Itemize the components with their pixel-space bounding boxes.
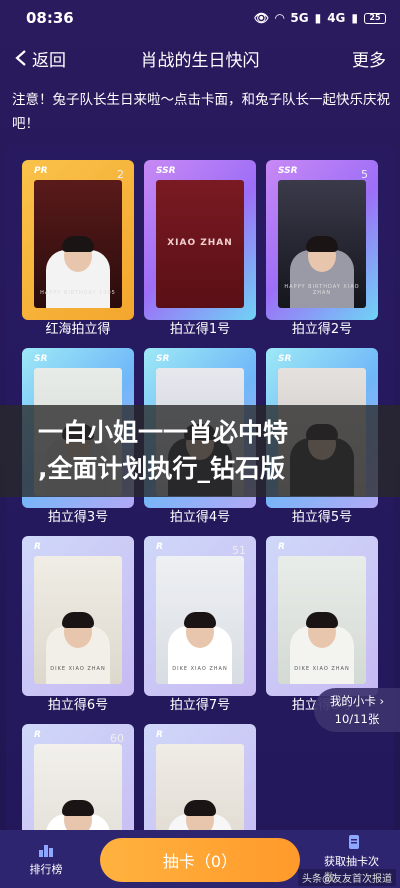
back-button[interactable]: 返回 (14, 46, 66, 71)
nav-bar: 返回 肖战的生日快闪 更多 (0, 40, 400, 76)
card-face: SSR XIAO ZHAN (148, 164, 252, 316)
signal-bars-icon: ▮ (351, 11, 358, 25)
card-label: 拍立得1号 (169, 322, 231, 337)
ranking-icon (39, 844, 53, 857)
my-cards-button[interactable]: 我的小卡 › 10/11张 (314, 688, 400, 732)
card-1[interactable]: PR 2 HAPPY BIRTHDAY 1005 (22, 160, 134, 320)
portrait-hair (306, 612, 338, 628)
card-9[interactable]: R DIKE XIAO ZHAN (266, 536, 378, 696)
portrait-hair (184, 612, 216, 628)
rarity-badge: SR (278, 354, 292, 364)
card-label: 拍立得3号 (47, 510, 109, 525)
draw-card-button[interactable]: 抽卡（0） (100, 838, 300, 882)
card-caption: DIKE XIAO ZHAN (294, 666, 350, 672)
card-caption: XIAO ZHAN (167, 238, 233, 248)
task-icon (349, 834, 359, 849)
signal-4g-label: 4G (327, 11, 346, 25)
card-face: R DIKE XIAO ZHAN (270, 540, 374, 692)
rarity-badge: SR (34, 354, 48, 364)
my-cards-title: 我的小卡 › (329, 694, 385, 708)
card-label: 拍立得7号 (169, 698, 231, 713)
card-photo: DIKE XIAO ZHAN (278, 556, 366, 684)
card-face: R DIKE XIAO ZHAN (26, 540, 130, 692)
card-8[interactable]: R 51 DIKE XIAO ZHAN (144, 536, 256, 696)
status-time: 08:36 (26, 9, 74, 27)
ranking-label: 排行榜 (29, 862, 63, 876)
card-caption: HAPPY BIRTHDAY XIAO ZHAN (284, 284, 360, 296)
wifi-icon: ◠ (275, 11, 285, 25)
watermark: 头条@友友首次报道 (298, 869, 396, 886)
rarity-badge: SR (156, 354, 170, 364)
notice-text: 注意！兔子队长生日来啦～点击卡面，和兔子队长一起快乐庆祝吧！ (12, 92, 390, 132)
battery-level: 25 (364, 12, 386, 24)
card-caption: DIKE XIAO ZHAN (172, 666, 228, 672)
card-3[interactable]: SSR 5 HAPPY BIRTHDAY XIAO ZHAN (266, 160, 378, 320)
portrait-hair (62, 800, 94, 816)
portrait-hair (306, 236, 338, 252)
overlay-banner: 一白小姐一一肖必中特 ,全面计划执行_钻石版 (0, 405, 400, 497)
card-label: 拍立得5号 (291, 510, 353, 525)
card-caption: HAPPY BIRTHDAY 1005 (40, 290, 116, 296)
rarity-badge: R (156, 542, 163, 552)
my-cards-count: 10/11张 (334, 712, 380, 726)
ranking-button[interactable]: 排行榜 (16, 842, 76, 877)
rarity-badge: R (34, 542, 41, 552)
more-button[interactable]: 更多 (352, 46, 386, 71)
card-photo: HAPPY BIRTHDAY 1005 (34, 180, 122, 308)
card-label: 拍立得4号 (169, 510, 231, 525)
overlay-line-1: 一白小姐一一肖必中特 (38, 418, 289, 447)
portrait-hair (62, 612, 94, 628)
card-face: SSR 5 HAPPY BIRTHDAY XIAO ZHAN (270, 164, 374, 316)
card-face: R 51 DIKE XIAO ZHAN (148, 540, 252, 692)
card-photo: DIKE XIAO ZHAN (156, 556, 244, 684)
card-photo: DIKE XIAO ZHAN (34, 556, 122, 684)
rarity-badge: R (278, 542, 285, 552)
back-label: 返回 (32, 50, 66, 71)
eye-icon: 👁 (253, 11, 270, 25)
signal-bars-icon: ▮ (314, 11, 322, 25)
portrait-hair (184, 800, 216, 816)
card-photo: XIAO ZHAN (156, 180, 244, 308)
card-label: 拍立得6号 (47, 698, 109, 713)
rarity-badge: SSR (278, 166, 298, 176)
status-bar: 08:36 👁 ◠ 5G ▮ 4G ▮ 25 (0, 0, 400, 36)
card-photo: HAPPY BIRTHDAY XIAO ZHAN (278, 180, 366, 308)
card-7[interactable]: R DIKE XIAO ZHAN (22, 536, 134, 696)
status-icons: 👁 ◠ 5G ▮ 4G ▮ 25 (254, 11, 386, 25)
chevron-left-icon (15, 50, 26, 66)
overlay-line-2: ,全面计划执行_钻石版 (38, 454, 285, 483)
card-label: 红海拍立得 (45, 322, 111, 337)
card-2[interactable]: SSR XIAO ZHAN (144, 160, 256, 320)
rarity-badge: R (156, 730, 163, 740)
card-face: PR 2 HAPPY BIRTHDAY 1005 (26, 164, 130, 316)
battery-icon: 25 (364, 12, 386, 24)
rarity-badge: SSR (156, 166, 176, 176)
card-caption: DIKE XIAO ZHAN (50, 666, 106, 672)
signal-5g-label: 5G (290, 11, 309, 25)
portrait-hair (62, 236, 94, 252)
rarity-badge: R (34, 730, 41, 740)
card-label: 拍立得2号 (291, 322, 353, 337)
rarity-badge: PR (34, 166, 48, 176)
